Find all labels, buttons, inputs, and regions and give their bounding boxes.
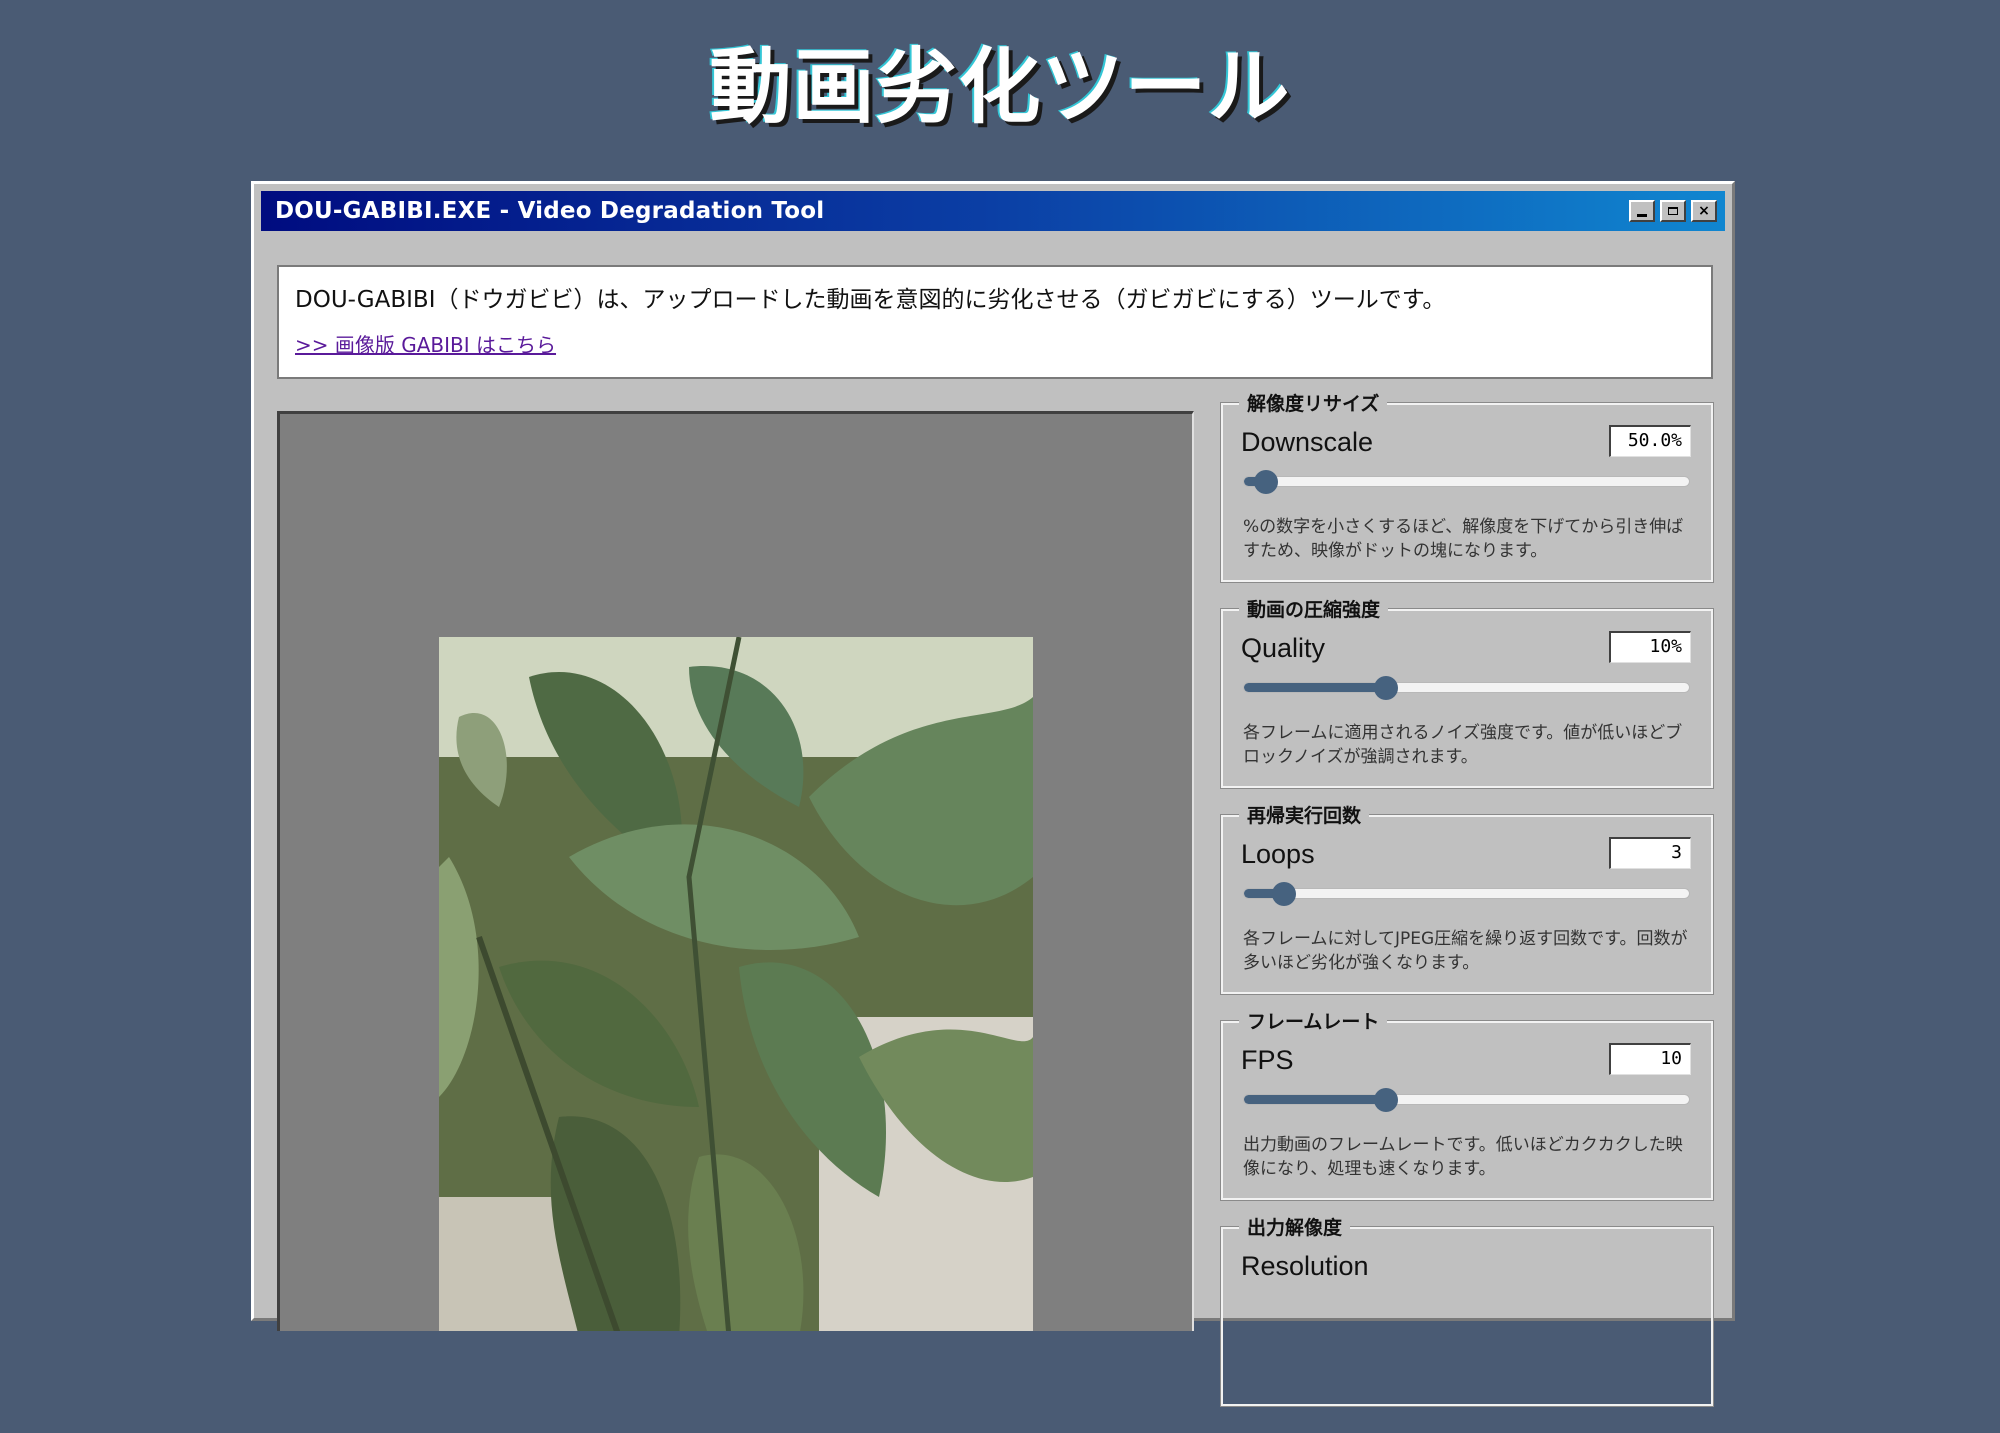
- quality-slider-fill: [1244, 683, 1387, 692]
- quality-group-title: 動画の圧縮強度: [1239, 598, 1389, 622]
- resolution-group: 出力解像度 Resolution: [1220, 1216, 1714, 1407]
- downscale-group-title: 解像度リサイズ: [1239, 392, 1388, 416]
- resolution-group-title: 出力解像度: [1239, 1216, 1351, 1240]
- loops-slider-thumb[interactable]: [1272, 882, 1297, 906]
- quality-slider[interactable]: [1243, 676, 1690, 700]
- video-frame-image: [439, 637, 1033, 1331]
- app-window: DOU-GABIBI.EXE - Video Degradation Tool …: [251, 181, 1735, 1407]
- fps-slider-fill: [1244, 1095, 1387, 1104]
- image-version-link[interactable]: >> 画像版 GABIBI はこちら: [295, 329, 556, 358]
- intro-text: DOU-GABIBI（ドウガビビ）は、アップロードした動画を意図的に劣化させる（…: [295, 287, 1446, 313]
- loops-value-input[interactable]: 3: [1609, 837, 1691, 869]
- maximize-button[interactable]: [1660, 200, 1686, 222]
- downscale-slider[interactable]: [1243, 470, 1690, 494]
- close-button[interactable]: ×: [1691, 200, 1717, 222]
- minimize-icon: [1637, 214, 1647, 217]
- controls-panel: 解像度リサイズ Downscale 50.0% %の数字を小さくするほど、解像度…: [1220, 392, 1714, 1433]
- downscale-label: Downscale: [1241, 427, 1374, 457]
- loops-group: 再帰実行回数 Loops 3 各フレームに対してJPEG圧縮を繰り返す回数です。…: [1220, 804, 1714, 995]
- maximize-icon: [1668, 207, 1678, 215]
- minimize-button[interactable]: [1629, 200, 1655, 222]
- downscale-value-input[interactable]: 50.0%: [1609, 425, 1691, 457]
- fps-value-input[interactable]: 10: [1609, 1043, 1691, 1075]
- fps-group-title: フレームレート: [1239, 1010, 1388, 1034]
- loops-label: Loops: [1241, 839, 1315, 869]
- fps-label: FPS: [1241, 1045, 1294, 1075]
- downscale-slider-thumb[interactable]: [1254, 470, 1279, 494]
- quality-description: 各フレームに適用されるノイズ強度です。値が低いほどブロックノイズが強調されます。: [1243, 723, 1683, 767]
- downscale-description: %の数字を小さくするほど、解像度を下げてから引き伸ばすため、映像がドットの塊にな…: [1243, 517, 1684, 561]
- fps-group: フレームレート FPS 10 出力動画のフレームレートです。低いほどカクカクした…: [1220, 1010, 1714, 1201]
- downscale-group: 解像度リサイズ Downscale 50.0% %の数字を小さくするほど、解像度…: [1220, 392, 1714, 583]
- window-titlebar[interactable]: DOU-GABIBI.EXE - Video Degradation Tool …: [261, 191, 1725, 231]
- loops-description: 各フレームに対してJPEG圧縮を繰り返す回数です。回数が多いほど劣化が強くなりま…: [1243, 929, 1688, 973]
- fps-description: 出力動画のフレームレートです。低いほどカクカクした映像になり、処理も速くなります…: [1243, 1135, 1683, 1179]
- loops-group-title: 再帰実行回数: [1239, 804, 1370, 828]
- quality-slider-thumb[interactable]: [1374, 676, 1399, 700]
- quality-label: Quality: [1241, 633, 1326, 663]
- quality-group: 動画の圧縮強度 Quality 10% 各フレームに適用されるノイズ強度です。値…: [1220, 598, 1714, 789]
- window-controls: ×: [1629, 200, 1717, 222]
- intro-box: DOU-GABIBI（ドウガビビ）は、アップロードした動画を意図的に劣化させる（…: [277, 265, 1713, 379]
- window-title: DOU-GABIBI.EXE - Video Degradation Tool: [275, 198, 825, 224]
- fps-slider[interactable]: [1243, 1088, 1690, 1112]
- resolution-label: Resolution: [1241, 1251, 1369, 1281]
- video-preview[interactable]: [439, 637, 1033, 1331]
- video-preview-area: [277, 411, 1194, 1331]
- quality-value-input[interactable]: 10%: [1609, 631, 1691, 663]
- page-title: 動画劣化ツール: [709, 40, 1291, 135]
- loops-slider[interactable]: [1243, 882, 1690, 906]
- close-icon: ×: [1698, 203, 1710, 219]
- fps-slider-thumb[interactable]: [1374, 1088, 1399, 1112]
